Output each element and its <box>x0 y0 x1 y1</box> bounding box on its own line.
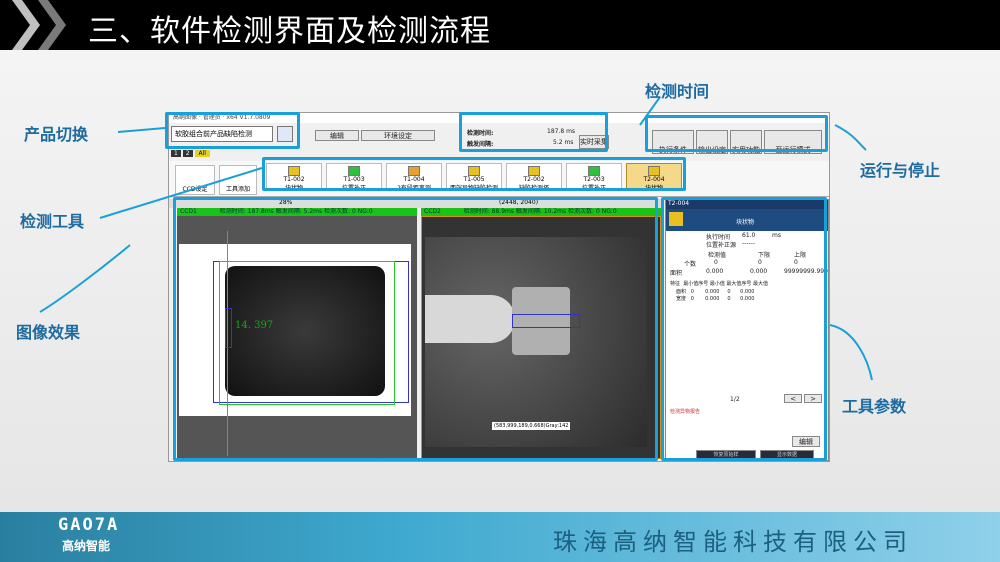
callout-inspect-time: 检测时间 <box>645 82 710 101</box>
chevron-decor-icon <box>38 0 66 50</box>
callout-image-effect: 图像效果 <box>16 323 81 342</box>
company-logo: GAO7A <box>58 515 120 535</box>
callout-run-stop: 运行与停止 <box>860 161 941 180</box>
callout-tool-params: 工具参数 <box>842 397 907 416</box>
company-name: 珠海高纳智能科技有限公司 <box>553 528 913 556</box>
slide-header: 三、软件检测界面及检测流程 <box>0 0 1000 50</box>
callout-product-switch: 产品切换 <box>24 125 89 144</box>
callout-inspect-tool: 检测工具 <box>20 212 85 231</box>
slide-title: 三、软件检测界面及检测流程 <box>88 14 491 49</box>
leader-lines <box>39 96 873 381</box>
company-logo-cn: 高纳智能 <box>62 539 111 553</box>
